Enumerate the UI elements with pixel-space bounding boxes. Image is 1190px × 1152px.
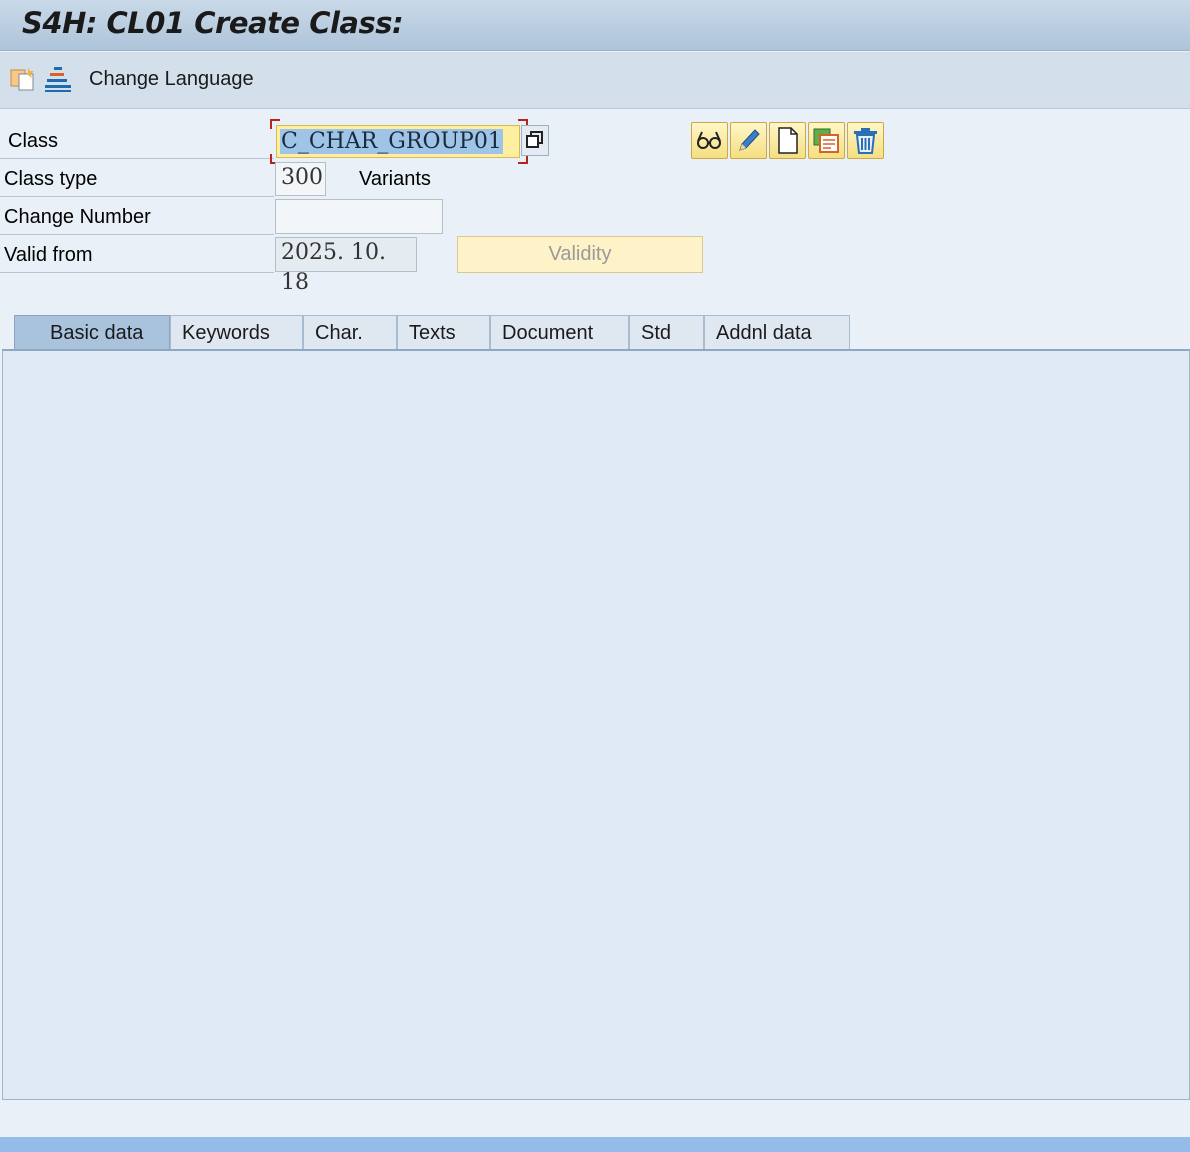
value-help-button[interactable] [521, 125, 549, 156]
display-button[interactable] [691, 122, 728, 159]
tab-texts[interactable]: Texts [397, 315, 490, 349]
hierarchy-icon[interactable] [43, 64, 73, 94]
row-divider [0, 158, 274, 159]
delete-icon [854, 128, 877, 154]
create-button[interactable] [769, 122, 806, 159]
copy-button[interactable] [808, 122, 845, 159]
edit-button[interactable] [730, 122, 767, 159]
row-divider [0, 196, 274, 197]
class-type-label: Class type [4, 168, 98, 190]
status-bar [0, 1137, 1190, 1152]
change-language-button[interactable]: Change Language [89, 68, 254, 91]
class-label: Class [8, 130, 59, 152]
tab-addnl-data[interactable]: Addnl data [704, 315, 850, 349]
application-toolbar: Change Language [0, 52, 1190, 109]
validity-button[interactable]: Validity [457, 236, 703, 273]
copy-new-icon[interactable] [8, 64, 38, 94]
edit-icon [739, 129, 760, 151]
row-divider [0, 272, 274, 273]
row-divider [0, 234, 274, 235]
tab-basic-data[interactable]: Basic data [14, 315, 170, 349]
display-icon [697, 131, 721, 149]
tab-document[interactable]: Document [490, 315, 629, 349]
tab-content-panel [2, 349, 1190, 1100]
valid-from-field[interactable]: 2025. 10. 18 [275, 237, 417, 295]
window-title: S4H: CL01 Create Class: [22, 6, 404, 40]
tab-std[interactable]: Std [629, 315, 704, 349]
copy-icon [813, 128, 839, 153]
delete-button[interactable] [847, 122, 884, 159]
tab-char[interactable]: Char. [303, 315, 397, 349]
class-input-value: C_CHAR_GROUP01 [280, 129, 503, 154]
class-type-field[interactable]: 300 [275, 162, 326, 196]
change-number-field[interactable] [275, 199, 443, 234]
tab-keywords[interactable]: Keywords [170, 315, 303, 349]
title-bar: S4H: CL01 Create Class: [0, 0, 1190, 51]
valid-from-label: Valid from [4, 244, 93, 266]
create-icon [778, 127, 798, 154]
class-input[interactable]: C_CHAR_GROUP01 [276, 125, 520, 158]
value-help-icon [526, 131, 543, 148]
class-type-text: Variants [359, 168, 431, 190]
change-number-label: Change Number [4, 206, 151, 228]
